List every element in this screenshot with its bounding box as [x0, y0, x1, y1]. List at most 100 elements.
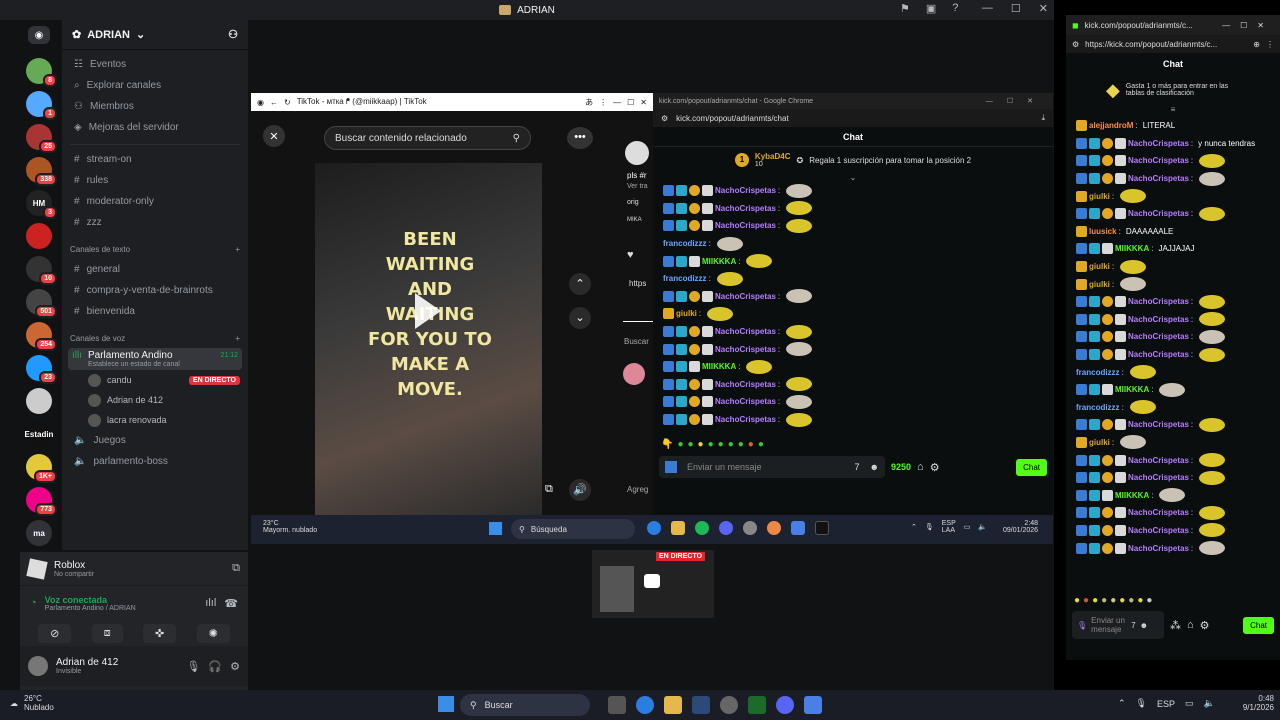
reload-icon[interactable]: ↻	[284, 98, 291, 107]
chat-message[interactable]: NachoCrispetas:	[1066, 293, 1280, 311]
chat-message[interactable]: giulki:	[1066, 258, 1280, 276]
settings-gear-icon[interactable]: ⚙	[1200, 619, 1210, 632]
emote-icon[interactable]: ●	[1074, 595, 1080, 606]
text-channel[interactable]: # rules	[62, 170, 248, 191]
app-icon[interactable]	[804, 696, 822, 714]
window-controls[interactable]: —☐✕	[986, 97, 1047, 105]
close-video-icon[interactable]: ✕	[263, 125, 285, 147]
chat-username[interactable]: NachoCrispetas	[715, 345, 776, 354]
task-view-icon[interactable]	[608, 696, 626, 714]
store-icon[interactable]: ⌂	[917, 461, 924, 473]
chat-username[interactable]: giulki	[1089, 192, 1110, 201]
server-icon[interactable]	[26, 388, 52, 414]
clock[interactable]: 2:48 09/01/2026	[1003, 520, 1038, 534]
add-comment-text[interactable]: Agreg	[627, 485, 648, 494]
chat-message[interactable]: NachoCrispetas:	[653, 323, 1053, 341]
author-avatar[interactable]	[625, 141, 649, 165]
discord-icon[interactable]	[719, 521, 733, 535]
maximize-button[interactable]: ☐	[1011, 2, 1021, 15]
server-icon[interactable]: Estadin	[25, 421, 53, 447]
chat-message[interactable]: MIIKKKA:	[653, 358, 1053, 376]
server-icon[interactable]: ma	[26, 520, 52, 546]
emote-icon[interactable]: ●	[1137, 595, 1143, 606]
chat-message[interactable]: francodizzz:	[1066, 399, 1280, 417]
server-header[interactable]: ✿ ADRIAN ⌄ ⚇	[62, 20, 248, 50]
explorer-icon[interactable]	[671, 521, 685, 535]
link-text[interactable]: https	[629, 279, 646, 288]
7tv-icon[interactable]: 7	[1131, 621, 1135, 630]
chat-username[interactable]: NachoCrispetas	[1128, 174, 1189, 183]
chat-username[interactable]: NachoCrispetas	[715, 327, 776, 336]
discord-home-icon[interactable]: ◉	[28, 26, 50, 44]
server-icon[interactable]: 10	[26, 256, 57, 285]
7tv-icon[interactable]: 7	[855, 462, 860, 472]
chat-username[interactable]: luusick	[1089, 227, 1117, 236]
microphone-icon[interactable]: 🎙	[1136, 698, 1147, 709]
network-icon[interactable]: ▭	[964, 523, 971, 531]
chat-username[interactable]: NachoCrispetas	[715, 204, 776, 213]
emote-icon[interactable]: 👇	[661, 439, 673, 450]
heart-icon[interactable]: ♥	[627, 249, 634, 261]
minimize-button[interactable]: —	[982, 2, 993, 15]
chat-username[interactable]: MIIKKKA	[1115, 385, 1149, 394]
chat-message[interactable]: NachoCrispetas:	[653, 288, 1053, 306]
emote-icon[interactable]: ●	[728, 439, 734, 450]
chat-username[interactable]: NachoCrispetas	[715, 221, 776, 230]
emote-icon[interactable]: ●	[1146, 595, 1152, 606]
server-menu-item[interactable]: ⚇ Miembros	[62, 96, 248, 117]
emote-icon[interactable]: ●	[688, 439, 694, 450]
edge-icon[interactable]	[647, 521, 661, 535]
chat-message[interactable]: NachoCrispetas:	[1066, 451, 1280, 469]
chat-username[interactable]: NachoCrispetas	[715, 186, 776, 195]
suggestion-avatar[interactable]	[623, 363, 645, 385]
disconnect-icon[interactable]: ☎	[224, 597, 238, 610]
chat-username[interactable]: NachoCrispetas	[1128, 473, 1189, 482]
emoji-icon[interactable]: ☻	[1140, 621, 1148, 630]
emote-icon[interactable]: ●	[738, 439, 744, 450]
window-controls[interactable]: —☐✕	[1222, 21, 1274, 30]
emote-icon[interactable]: ●	[718, 439, 724, 450]
close-button[interactable]: ✕	[1039, 2, 1048, 15]
server-menu-item[interactable]: ◈ Mejoras del servidor	[62, 117, 248, 138]
chat-username[interactable]: giulki	[1089, 280, 1110, 289]
help-icon[interactable]: ?	[952, 2, 958, 15]
server-icon[interactable]: 1K+	[26, 454, 57, 483]
chat-message[interactable]: francodizzz:	[1066, 363, 1280, 381]
chat-username[interactable]: NachoCrispetas	[1128, 156, 1189, 165]
chat-message[interactable]: NachoCrispetas:	[1066, 152, 1280, 170]
voice-status[interactable]: Establece un estado de canal	[72, 361, 238, 368]
chat-message[interactable]: MIIKKKA:	[1066, 381, 1280, 399]
chat-message[interactable]: NachoCrispetas:	[1066, 504, 1280, 522]
back-icon[interactable]: ←	[270, 98, 278, 107]
chat-message[interactable]: NachoCrispetas:	[1066, 522, 1280, 540]
chat-message[interactable]: NachoCrispetas:	[1066, 170, 1280, 188]
tray-chevron-icon[interactable]: ⌃	[911, 523, 917, 531]
text-channel[interactable]: # stream-on	[62, 149, 248, 170]
chat-username[interactable]: NachoCrispetas	[1128, 456, 1189, 465]
emote-icon[interactable]: ●	[1092, 595, 1098, 606]
stream-preview[interactable]: EN DIRECTO	[592, 550, 714, 618]
start-icon[interactable]	[489, 522, 502, 535]
explorer-icon[interactable]	[664, 696, 682, 714]
chat-message[interactable]: giulki:	[1066, 434, 1280, 452]
chat-username[interactable]: NachoCrispetas	[1128, 508, 1189, 517]
emote-icon[interactable]: ●	[1083, 595, 1089, 606]
spotify-icon[interactable]	[695, 521, 709, 535]
flag-icon[interactable]: ⚑	[900, 2, 910, 15]
chat-message[interactable]: NachoCrispetas:	[1066, 205, 1280, 223]
points-icon[interactable]: ⁂	[1170, 619, 1181, 632]
weather-widget[interactable]: 23°C Mayorm. nublado	[263, 520, 317, 534]
volume-icon[interactable]: 🔈	[1204, 698, 1215, 709]
headphones-icon[interactable]: 🎧	[208, 660, 222, 673]
chrome-icon[interactable]	[767, 521, 781, 535]
server-menu-item[interactable]: ⌕ Explorar canales	[62, 75, 248, 96]
address-bar[interactable]: https://kick.com/popout/adrianmts/c...	[1085, 40, 1217, 49]
chat-username[interactable]: francodizzz	[663, 274, 707, 283]
emote-icon[interactable]: ●	[677, 439, 683, 450]
taskbar-search[interactable]: ⚲ Buscar	[460, 694, 590, 716]
chat-message[interactable]: NachoCrispetas:	[653, 217, 1053, 235]
chat-message[interactable]: giulki:	[1066, 187, 1280, 205]
message-input[interactable]: Enviar un mensaje 7 ☻	[659, 456, 885, 478]
chat-message[interactable]: MIIKKKA: JAJJAJAJ	[1066, 240, 1280, 258]
text-channel[interactable]: # general	[62, 259, 248, 280]
